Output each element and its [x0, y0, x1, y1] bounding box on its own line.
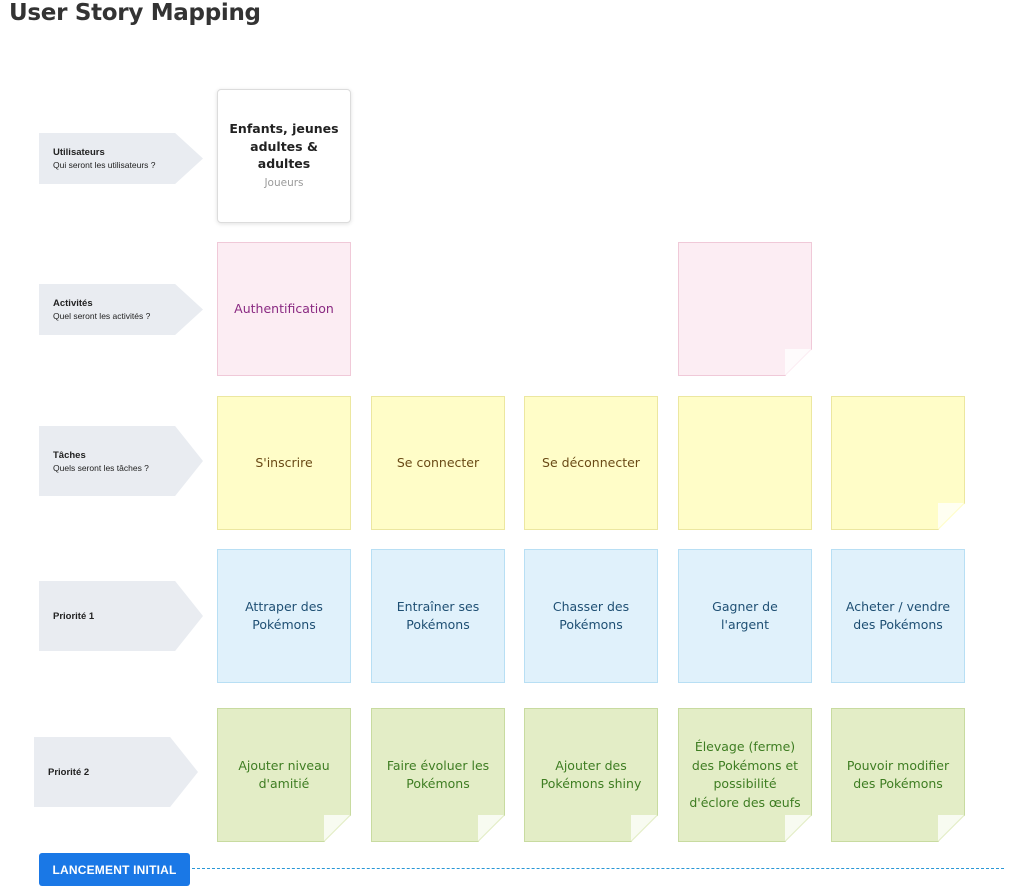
priority2-card-text: Pouvoir modifier des Pokémons — [846, 757, 950, 792]
task-card[interactable]: Se déconnecter — [524, 396, 658, 530]
priority1-card[interactable]: Chasser des Pokémons — [524, 549, 658, 683]
user-card-role: Joueurs — [264, 176, 304, 189]
priority1-card-text: Attraper des Pokémons — [245, 598, 323, 633]
page-fold-icon — [477, 814, 504, 841]
row-label-subtitle: Quels seront les tâches ? — [53, 462, 149, 473]
priority2-card-text: Élevage (ferme) des Pokémons et possibil… — [689, 739, 801, 810]
row-label-title: Activités — [53, 298, 93, 309]
page-fold-icon — [323, 814, 350, 841]
priority1-card-text: Acheter / vendre des Pokémons — [845, 598, 951, 633]
page-fold-icon — [630, 814, 657, 841]
task-card[interactable] — [831, 396, 965, 530]
priority2-card-text: Faire évoluer les Pokémons — [386, 757, 490, 792]
priority2-card-text: Ajouter des Pokémons shiny — [540, 757, 642, 792]
row-label-activities: Activités Quel seront les activités ? — [39, 284, 203, 335]
row-label-title: Tâches — [53, 449, 86, 461]
row-label-tasks: Tâches Quels seront les tâches ? — [39, 426, 203, 496]
user-card[interactable]: Enfants, jeunes adultes & adultes Joueur… — [217, 89, 351, 223]
priority1-card[interactable]: Acheter / vendre des Pokémons — [831, 549, 965, 683]
priority2-card-text: Ajouter niveau d'amitié — [238, 757, 330, 792]
priority2-card[interactable]: Pouvoir modifier des Pokémons — [831, 708, 965, 842]
row-label-subtitle: Qui seront les utilisateurs ? — [53, 160, 156, 170]
priority2-card[interactable]: Élevage (ferme) des Pokémons et possibil… — [678, 708, 812, 842]
priority1-card[interactable]: Gagner de l'argent — [678, 549, 812, 683]
task-card-text: Se déconnecter — [542, 454, 640, 470]
priority1-card-text: Gagner de l'argent — [712, 598, 778, 633]
user-card-name: Enfants, jeunes adultes & adultes — [229, 121, 339, 171]
row-label-subtitle: Quel seront les activités ? — [53, 311, 151, 321]
activity-card[interactable] — [678, 242, 812, 376]
task-card[interactable]: S'inscrire — [217, 396, 351, 530]
row-label-users: Utilisateurs Qui seront les utilisateurs… — [39, 133, 203, 184]
row-label-priority2: Priorité 2 — [34, 737, 198, 807]
priority2-card[interactable]: Ajouter des Pokémons shiny — [524, 708, 658, 842]
page-fold-icon — [937, 502, 964, 529]
task-card-text: Se connecter — [396, 454, 480, 470]
priority1-card-text: Chasser des Pokémons — [552, 598, 630, 633]
task-card[interactable] — [678, 396, 812, 530]
priority1-card[interactable]: Attraper des Pokémons — [217, 549, 351, 683]
task-card[interactable]: Se connecter — [371, 396, 505, 530]
priority1-card[interactable]: Entraîner ses Pokémons — [371, 549, 505, 683]
priority1-card-text: Entraîner ses Pokémons — [396, 598, 480, 633]
release-divider — [192, 868, 1004, 869]
row-label-title: Priorité 1 — [53, 610, 95, 622]
activity-card[interactable]: Authentification — [217, 242, 351, 376]
task-card-text: S'inscrire — [255, 454, 313, 470]
activity-card-text: Authentification — [234, 300, 334, 316]
page-fold-icon — [937, 814, 964, 841]
page-title: User Story Mapping — [9, 0, 261, 26]
row-label-title: Priorité 2 — [48, 766, 90, 778]
release-button[interactable]: LANCEMENT INITIAL — [39, 853, 190, 886]
row-label-title: Utilisateurs — [53, 147, 105, 158]
row-label-priority1: Priorité 1 — [39, 581, 203, 651]
priority2-card[interactable]: Ajouter niveau d'amitié — [217, 708, 351, 842]
page-fold-icon — [784, 348, 811, 375]
page-fold-icon — [784, 814, 811, 841]
priority2-card[interactable]: Faire évoluer les Pokémons — [371, 708, 505, 842]
